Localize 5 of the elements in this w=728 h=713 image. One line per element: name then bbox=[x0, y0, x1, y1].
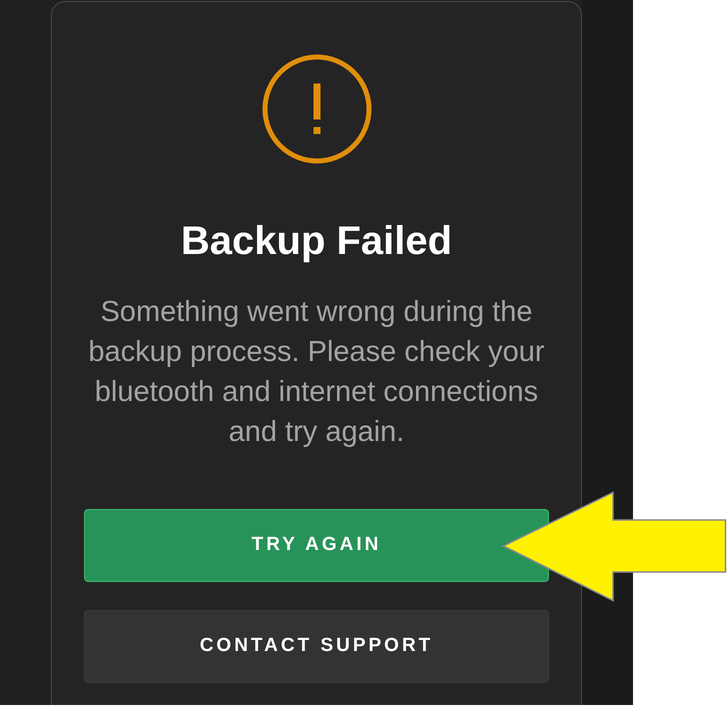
primary-button[interactable]: TRY AGAIN bbox=[84, 509, 549, 582]
secondary-button[interactable]: CONTACT SUPPORT bbox=[84, 610, 549, 683]
exclamation-circle-icon bbox=[262, 54, 372, 164]
dialog-message: Something went wrong during the backup process. Please check your bluetooth and internet connections and try again. bbox=[87, 295, 546, 450]
dialog-title: Backup Failed bbox=[180, 218, 452, 265]
